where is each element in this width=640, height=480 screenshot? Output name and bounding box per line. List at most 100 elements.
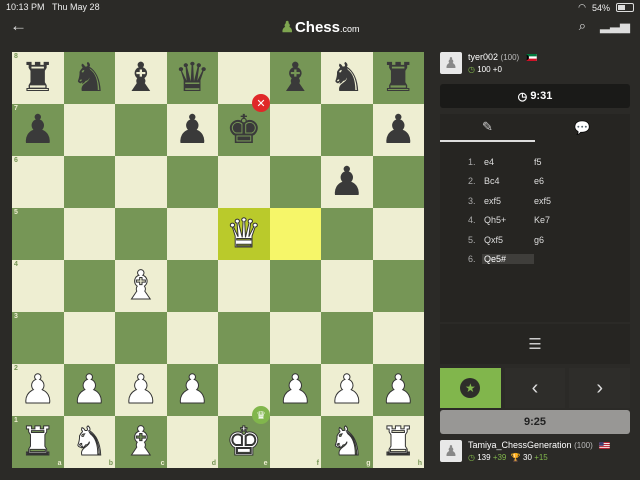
square-g6[interactable]: ♟ [321,156,373,208]
white-pawn-icon[interactable]: ♟ [174,370,211,411]
square-b4[interactable] [63,260,115,312]
black-rook-icon[interactable]: ♜ [380,58,416,98]
white-pawn-icon[interactable]: ♟ [328,370,365,411]
square-d7[interactable]: ♟ [166,104,218,156]
white-pawn-icon[interactable]: ♟ [277,370,314,411]
tab-moves[interactable]: ✎ [440,114,535,142]
square-d6[interactable] [166,156,218,208]
square-h2[interactable]: ♟ [372,364,424,416]
chess-board[interactable]: 8 ♜ ♞ ♝ ♛ ♝ ♞ ♜ 7 ♟ ♟ ♚ ✕ ♟ 6 ♟ 5 ♛ 4 ♝ 3 2 ♟ ♟ ♟ ♟ ♟ ♟ ♟ 1 a ♜ b ♞ c ♝ d e ♚ ♛… [12,52,424,468]
white-move[interactable]: Qxf5 [482,235,534,245]
white-move[interactable]: Qe5# [482,254,534,265]
square-c4[interactable]: ♝ [115,260,167,312]
black-knight-icon[interactable]: ♞ [71,58,107,98]
previous-move-button[interactable]: ‹ [504,368,566,408]
square-g3[interactable] [321,312,373,364]
player-name[interactable]: Tamiya_ChessGeneration [468,440,572,450]
favorite-button[interactable]: ★ [440,368,501,408]
black-bishop-icon[interactable]: ♝ [123,58,159,98]
square-g2[interactable]: ♟ [321,364,373,416]
opponent-avatar[interactable]: ♟ [440,52,462,74]
square-h5[interactable] [372,208,424,260]
square-h4[interactable] [372,260,424,312]
square-a5[interactable]: 5 [12,208,64,260]
black-pawn-icon[interactable]: ♟ [20,110,56,150]
square-h7[interactable]: ♟ [372,104,424,156]
square-g5[interactable] [321,208,373,260]
square-a3[interactable]: 3 [12,312,64,364]
square-b7[interactable] [63,104,115,156]
black-move[interactable]: f5 [534,157,574,167]
square-b6[interactable] [63,156,115,208]
white-rook-icon[interactable]: ♜ [380,422,417,463]
square-a6[interactable]: 6 [12,156,64,208]
square-d8[interactable]: ♛ [166,52,218,104]
black-rook-icon[interactable]: ♜ [20,58,56,98]
white-bishop-icon[interactable]: ♝ [122,266,159,307]
black-move[interactable]: Ke7 [534,215,574,225]
square-b5[interactable] [63,208,115,260]
white-rook-icon[interactable]: ♜ [19,422,56,463]
square-h3[interactable] [372,312,424,364]
square-f8[interactable]: ♝ [269,52,321,104]
square-b8[interactable]: ♞ [63,52,115,104]
square-c5[interactable] [115,208,167,260]
square-f5[interactable] [269,208,321,260]
square-f4[interactable] [269,260,321,312]
next-move-button[interactable]: › [569,368,631,408]
square-d1[interactable]: d [166,416,218,468]
square-f2[interactable]: ♟ [269,364,321,416]
square-d3[interactable] [166,312,218,364]
tab-chat[interactable]: 💬 [535,114,630,142]
square-b1[interactable]: b ♞ [63,416,115,468]
square-c8[interactable]: ♝ [115,52,167,104]
square-h6[interactable] [372,156,424,208]
analysis-search-icon[interactable]: ⌕ [579,18,586,34]
square-g8[interactable]: ♞ [321,52,373,104]
opponent-name[interactable]: tyer002 [468,52,498,62]
square-f6[interactable] [269,156,321,208]
white-knight-icon[interactable]: ♞ [71,422,108,463]
black-knight-icon[interactable]: ♞ [329,58,365,98]
square-g4[interactable] [321,260,373,312]
square-g7[interactable] [321,104,373,156]
square-h1[interactable]: h ♜ [372,416,424,468]
white-move[interactable]: Bc4 [482,176,534,186]
black-pawn-icon[interactable]: ♟ [174,110,210,150]
white-bishop-icon[interactable]: ♝ [122,422,159,463]
white-move[interactable]: e4 [482,157,534,167]
black-bishop-icon[interactable]: ♝ [277,58,313,98]
square-f3[interactable] [269,312,321,364]
black-move[interactable]: g6 [534,235,574,245]
square-e3[interactable] [218,312,270,364]
square-e4[interactable] [218,260,270,312]
white-knight-icon[interactable]: ♞ [328,422,365,463]
square-f7[interactable] [269,104,321,156]
black-king-icon[interactable]: ♚ [226,110,262,150]
square-c3[interactable] [115,312,167,364]
white-pawn-icon[interactable]: ♟ [19,370,56,411]
square-c6[interactable] [115,156,167,208]
white-move[interactable]: Qh5+ [482,215,534,225]
square-f1[interactable]: f [269,416,321,468]
square-c2[interactable]: ♟ [115,364,167,416]
white-move[interactable]: exf5 [482,196,534,206]
square-a2[interactable]: 2 ♟ [12,364,64,416]
square-b3[interactable] [63,312,115,364]
white-pawn-icon[interactable]: ♟ [380,370,417,411]
white-king-icon[interactable]: ♚ [225,422,262,463]
square-e6[interactable] [218,156,270,208]
square-e1[interactable]: e ♚ ♛ [218,406,270,468]
square-d2[interactable]: ♟ [166,364,218,416]
black-queen-icon[interactable]: ♛ [174,58,210,98]
move-list-button[interactable]: ☰ [440,324,630,364]
white-queen-icon[interactable]: ♛ [225,214,262,255]
square-b2[interactable]: ♟ [63,364,115,416]
square-g1[interactable]: g ♞ [321,416,373,468]
square-a4[interactable]: 4 [12,260,64,312]
square-c1[interactable]: c ♝ [115,416,167,468]
square-d5[interactable] [166,208,218,260]
black-move[interactable]: e6 [534,176,574,186]
square-a8[interactable]: 8 ♜ [12,52,64,104]
square-e7[interactable]: ♚ ✕ [218,94,270,156]
